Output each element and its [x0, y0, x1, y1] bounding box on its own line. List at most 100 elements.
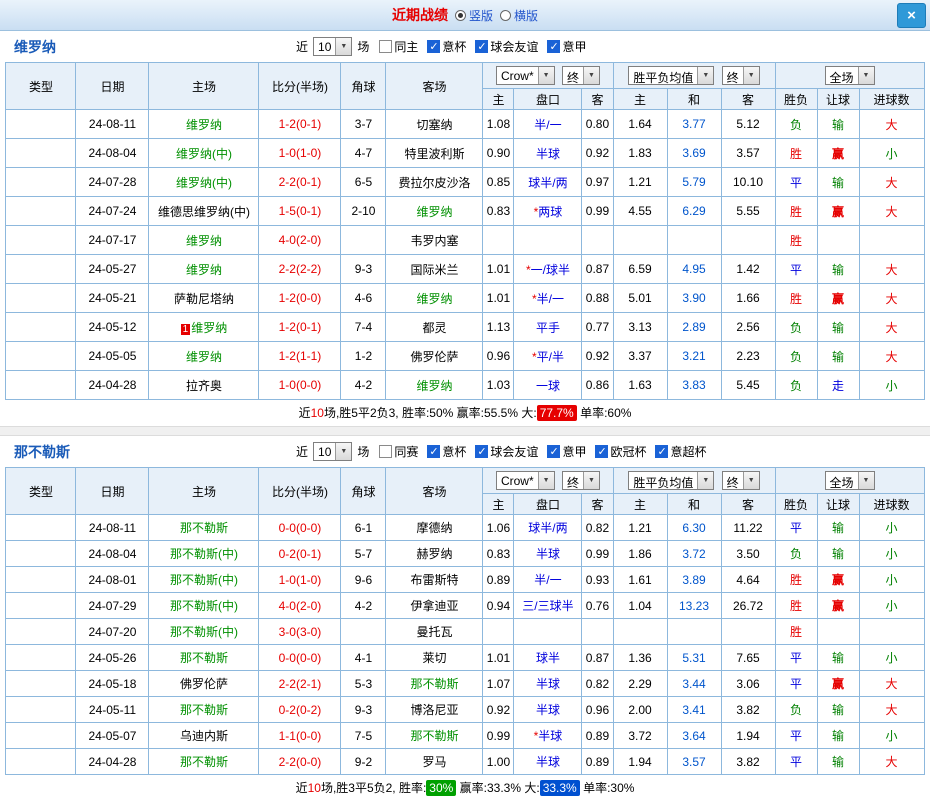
- recent-label: 近: [296, 40, 309, 54]
- chevron-down-icon: ▼: [742, 472, 759, 489]
- cell-handicap: 赢: [816, 196, 860, 226]
- cell-odds-line: 半球: [513, 748, 583, 775]
- filter-checkbox[interactable]: 同赛: [379, 443, 418, 460]
- checkbox-checked-icon[interactable]: [475, 445, 489, 458]
- cell-odds-away: 0.76: [581, 592, 614, 619]
- filter-checkbox[interactable]: 意甲: [547, 443, 586, 460]
- avg-select[interactable]: 胜平负均值 ▼: [628, 471, 715, 490]
- results-table: 类型 日期 主场 比分(半场) 角球 客场 Crow* ▼ 终 ▼ 胜平负均值 …: [5, 62, 925, 400]
- cell-home: 维罗纳: [148, 341, 260, 371]
- cell-date: 24-05-26: [75, 644, 150, 671]
- filter-label: 意杯: [442, 40, 467, 54]
- cell-avg-away: 3.06: [720, 670, 776, 697]
- checkbox-checked-icon[interactable]: [547, 40, 561, 53]
- cell-score: 2-2(2-1): [258, 670, 342, 697]
- summary-part: 单率:60%: [576, 406, 632, 420]
- cell-away: 伊拿迪亚: [385, 592, 484, 619]
- cell-score: 1-0(0-0): [258, 370, 342, 400]
- cell-odds-home: 1.08: [482, 109, 515, 139]
- avg-time-select[interactable]: 终 ▼: [721, 471, 760, 490]
- odds-source-select[interactable]: Crow* ▼: [495, 471, 555, 490]
- col-odds-line: 盘口: [513, 493, 583, 515]
- cell-home: 1 维罗纳: [148, 312, 260, 342]
- cell-home: 维罗纳(中): [148, 167, 260, 197]
- cell-goals: 小: [858, 370, 925, 400]
- checkbox-checked-icon[interactable]: [475, 40, 489, 53]
- filter-checkbox[interactable]: 意超杯: [655, 443, 706, 460]
- cell-odds-away: 0.92: [581, 138, 614, 168]
- cell-away: 布雷斯特: [385, 566, 484, 593]
- odds-source-select[interactable]: Crow* ▼: [495, 66, 555, 85]
- col-date: 日期: [75, 467, 150, 515]
- rank-flag: 1: [180, 323, 191, 335]
- cell-odds-home: 1.06: [482, 514, 515, 541]
- cell-odds-away: 0.77: [581, 312, 614, 342]
- scope-select[interactable]: 全场 ▼: [824, 471, 875, 490]
- checkbox-checked-icon[interactable]: [427, 40, 441, 53]
- cell-odds-home: 0.83: [482, 196, 515, 226]
- radio-vertical-layout[interactable]: 竖版: [454, 7, 493, 24]
- odds-time-select[interactable]: 终 ▼: [561, 66, 600, 85]
- match-row: 意甲 24-05-12 1 维罗纳 1-2(0-1) 7-4 都灵 1.13 平手 0.77 3.1…: [5, 312, 925, 342]
- cell-odds-line: 半球: [513, 540, 583, 567]
- cell-avg-away: 5.55: [720, 196, 776, 226]
- cell-home: 维罗纳: [148, 254, 260, 284]
- cell-score: 1-0(1-0): [258, 566, 342, 593]
- cell-avg-draw: 3.21: [666, 341, 722, 371]
- match-row: 球会友谊 24-07-17 维罗纳 4-0(2-0) 韦罗内塞 胜: [5, 225, 925, 255]
- cell-odds-away: 0.89: [581, 722, 614, 749]
- cell-date: 24-08-01: [75, 566, 150, 593]
- filter-checkbox[interactable]: 同主: [379, 38, 418, 55]
- close-button[interactable]: ×: [897, 3, 926, 28]
- cell-home: 那不勒斯: [148, 696, 260, 723]
- cell-handicap: 输: [816, 696, 860, 723]
- cell-goals: 大: [858, 312, 925, 342]
- avg-time-select[interactable]: 终 ▼: [721, 66, 760, 85]
- filter-checkbox[interactable]: 意甲: [547, 38, 586, 55]
- cell-goals: 大: [858, 167, 925, 197]
- cell-away: 国际米兰: [385, 254, 484, 284]
- cell-date: 24-05-07: [75, 722, 150, 749]
- cell-away: 那不勒斯: [385, 670, 484, 697]
- radio-unselected-icon[interactable]: [500, 9, 511, 21]
- radio-selected-icon[interactable]: [454, 9, 466, 21]
- avg-select[interactable]: 胜平负均值 ▼: [628, 66, 715, 85]
- odds-time-select[interactable]: 终 ▼: [561, 471, 600, 490]
- filter-checkbox[interactable]: 欧冠杯: [595, 443, 646, 460]
- cell-type: 意甲: [5, 283, 77, 313]
- cell-away: 维罗纳: [385, 370, 484, 400]
- cell-odds-line: 平手: [513, 312, 583, 342]
- radio-horizontal-layout[interactable]: 横版: [500, 7, 538, 24]
- cell-avg-draw: 6.30: [666, 514, 722, 541]
- cell-result: 胜: [774, 618, 818, 645]
- cell-score: 0-0(0-0): [258, 514, 342, 541]
- cell-type: 意杯: [5, 514, 77, 541]
- cell-avg-away: 2.23: [720, 341, 776, 371]
- checkbox-checked-icon[interactable]: [427, 445, 441, 458]
- team-name: 那不勒斯: [14, 443, 70, 460]
- cell-away: 曼托瓦: [385, 618, 484, 645]
- recent-count-select[interactable]: 10 ▼: [313, 442, 353, 461]
- checkbox-checked-icon[interactable]: [595, 445, 609, 458]
- checkbox-checked-icon[interactable]: [655, 445, 669, 458]
- recent-count-select[interactable]: 10 ▼: [313, 37, 353, 56]
- cell-corner: 4-2: [340, 592, 387, 619]
- summary-bar: 近10场,胜3平5负2, 胜率: 30% 赢率:33.3% 大: 33.3% 单率:…: [0, 775, 930, 801]
- match-row: 意甲 24-04-28 那不勒斯 2-2(0-0) 9-2 罗马 1.00 半球 0.89 1.9…: [5, 748, 925, 775]
- cell-away: 维罗纳: [385, 196, 484, 226]
- odds-select-cell: Crow* ▼ 终 ▼: [482, 467, 614, 494]
- scope-select[interactable]: 全场 ▼: [824, 66, 875, 85]
- filter-checkbox[interactable]: 球会友谊: [475, 38, 538, 55]
- cell-odds-line: *一/球半: [513, 254, 583, 284]
- cell-type: 球会友谊: [5, 540, 77, 567]
- checkbox-checked-icon[interactable]: [547, 445, 561, 458]
- filter-checkbox[interactable]: 球会友谊: [475, 443, 538, 460]
- summary-part: 33.3%: [539, 780, 580, 796]
- checkbox-unchecked-icon[interactable]: [379, 40, 393, 53]
- filter-checkbox[interactable]: 意杯: [427, 38, 466, 55]
- filter-checkbox[interactable]: 意杯: [427, 443, 466, 460]
- checkbox-unchecked-icon[interactable]: [379, 445, 393, 458]
- summary-part: 场,胜3平5负2, 胜率:: [320, 781, 427, 795]
- cell-corner: 6-1: [340, 514, 387, 541]
- cell-odds-line: 球半/两: [513, 514, 583, 541]
